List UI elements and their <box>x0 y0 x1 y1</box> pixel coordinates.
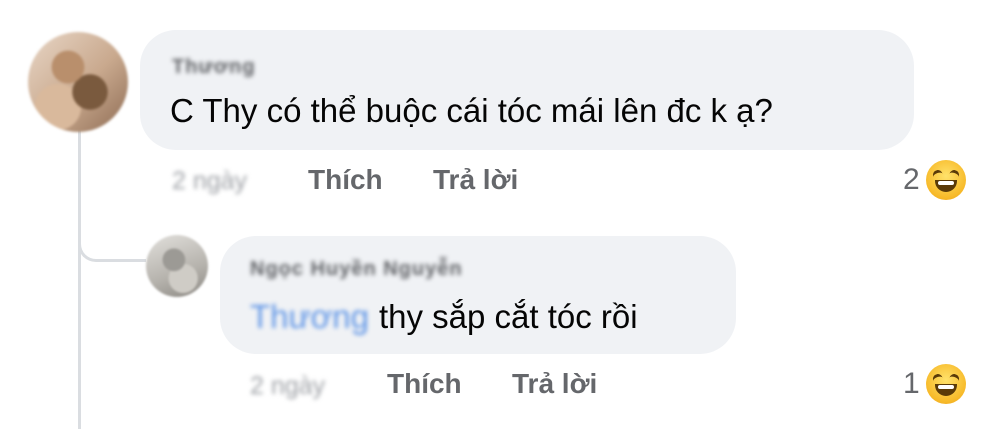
comment-bubble: Thương C Thy có thể buộc cái tóc mái lên… <box>140 30 914 150</box>
reaction-count: 1 <box>903 367 920 400</box>
comment-text: Thương thy sắp cắt tóc rồi <box>250 298 638 336</box>
reply-button[interactable]: Trả lời <box>512 368 597 400</box>
haha-emoji-icon <box>925 364 966 404</box>
thread-line <box>78 128 81 429</box>
comment-text: C Thy có thể buộc cái tóc mái lên đc k ạ… <box>170 92 773 129</box>
mention-link[interactable]: Thương <box>250 298 369 336</box>
reaction-count: 2 <box>903 163 920 196</box>
comment-bubble: Ngọc Huyền Nguyễn Thương thy sắp cắt tóc … <box>220 236 736 354</box>
comment-timestamp[interactable]: 2 ngày <box>172 167 247 196</box>
comment-author[interactable]: Thương <box>172 56 256 79</box>
thread-connector <box>78 200 146 262</box>
reaction-summary[interactable]: 2 <box>903 160 966 200</box>
comment-author[interactable]: Ngọc Huyền Nguyễn <box>250 258 463 281</box>
comment-body: thy sắp cắt tóc rồi <box>378 298 638 335</box>
avatar[interactable] <box>146 235 208 297</box>
like-button[interactable]: Thích <box>387 368 462 400</box>
comment-timestamp[interactable]: 2 ngày <box>250 372 325 401</box>
reaction-summary[interactable]: 1 <box>903 364 966 404</box>
haha-emoji-icon <box>925 160 966 200</box>
reply-button[interactable]: Trả lời <box>433 164 518 196</box>
like-button[interactable]: Thích <box>308 164 383 196</box>
avatar[interactable] <box>28 32 128 132</box>
